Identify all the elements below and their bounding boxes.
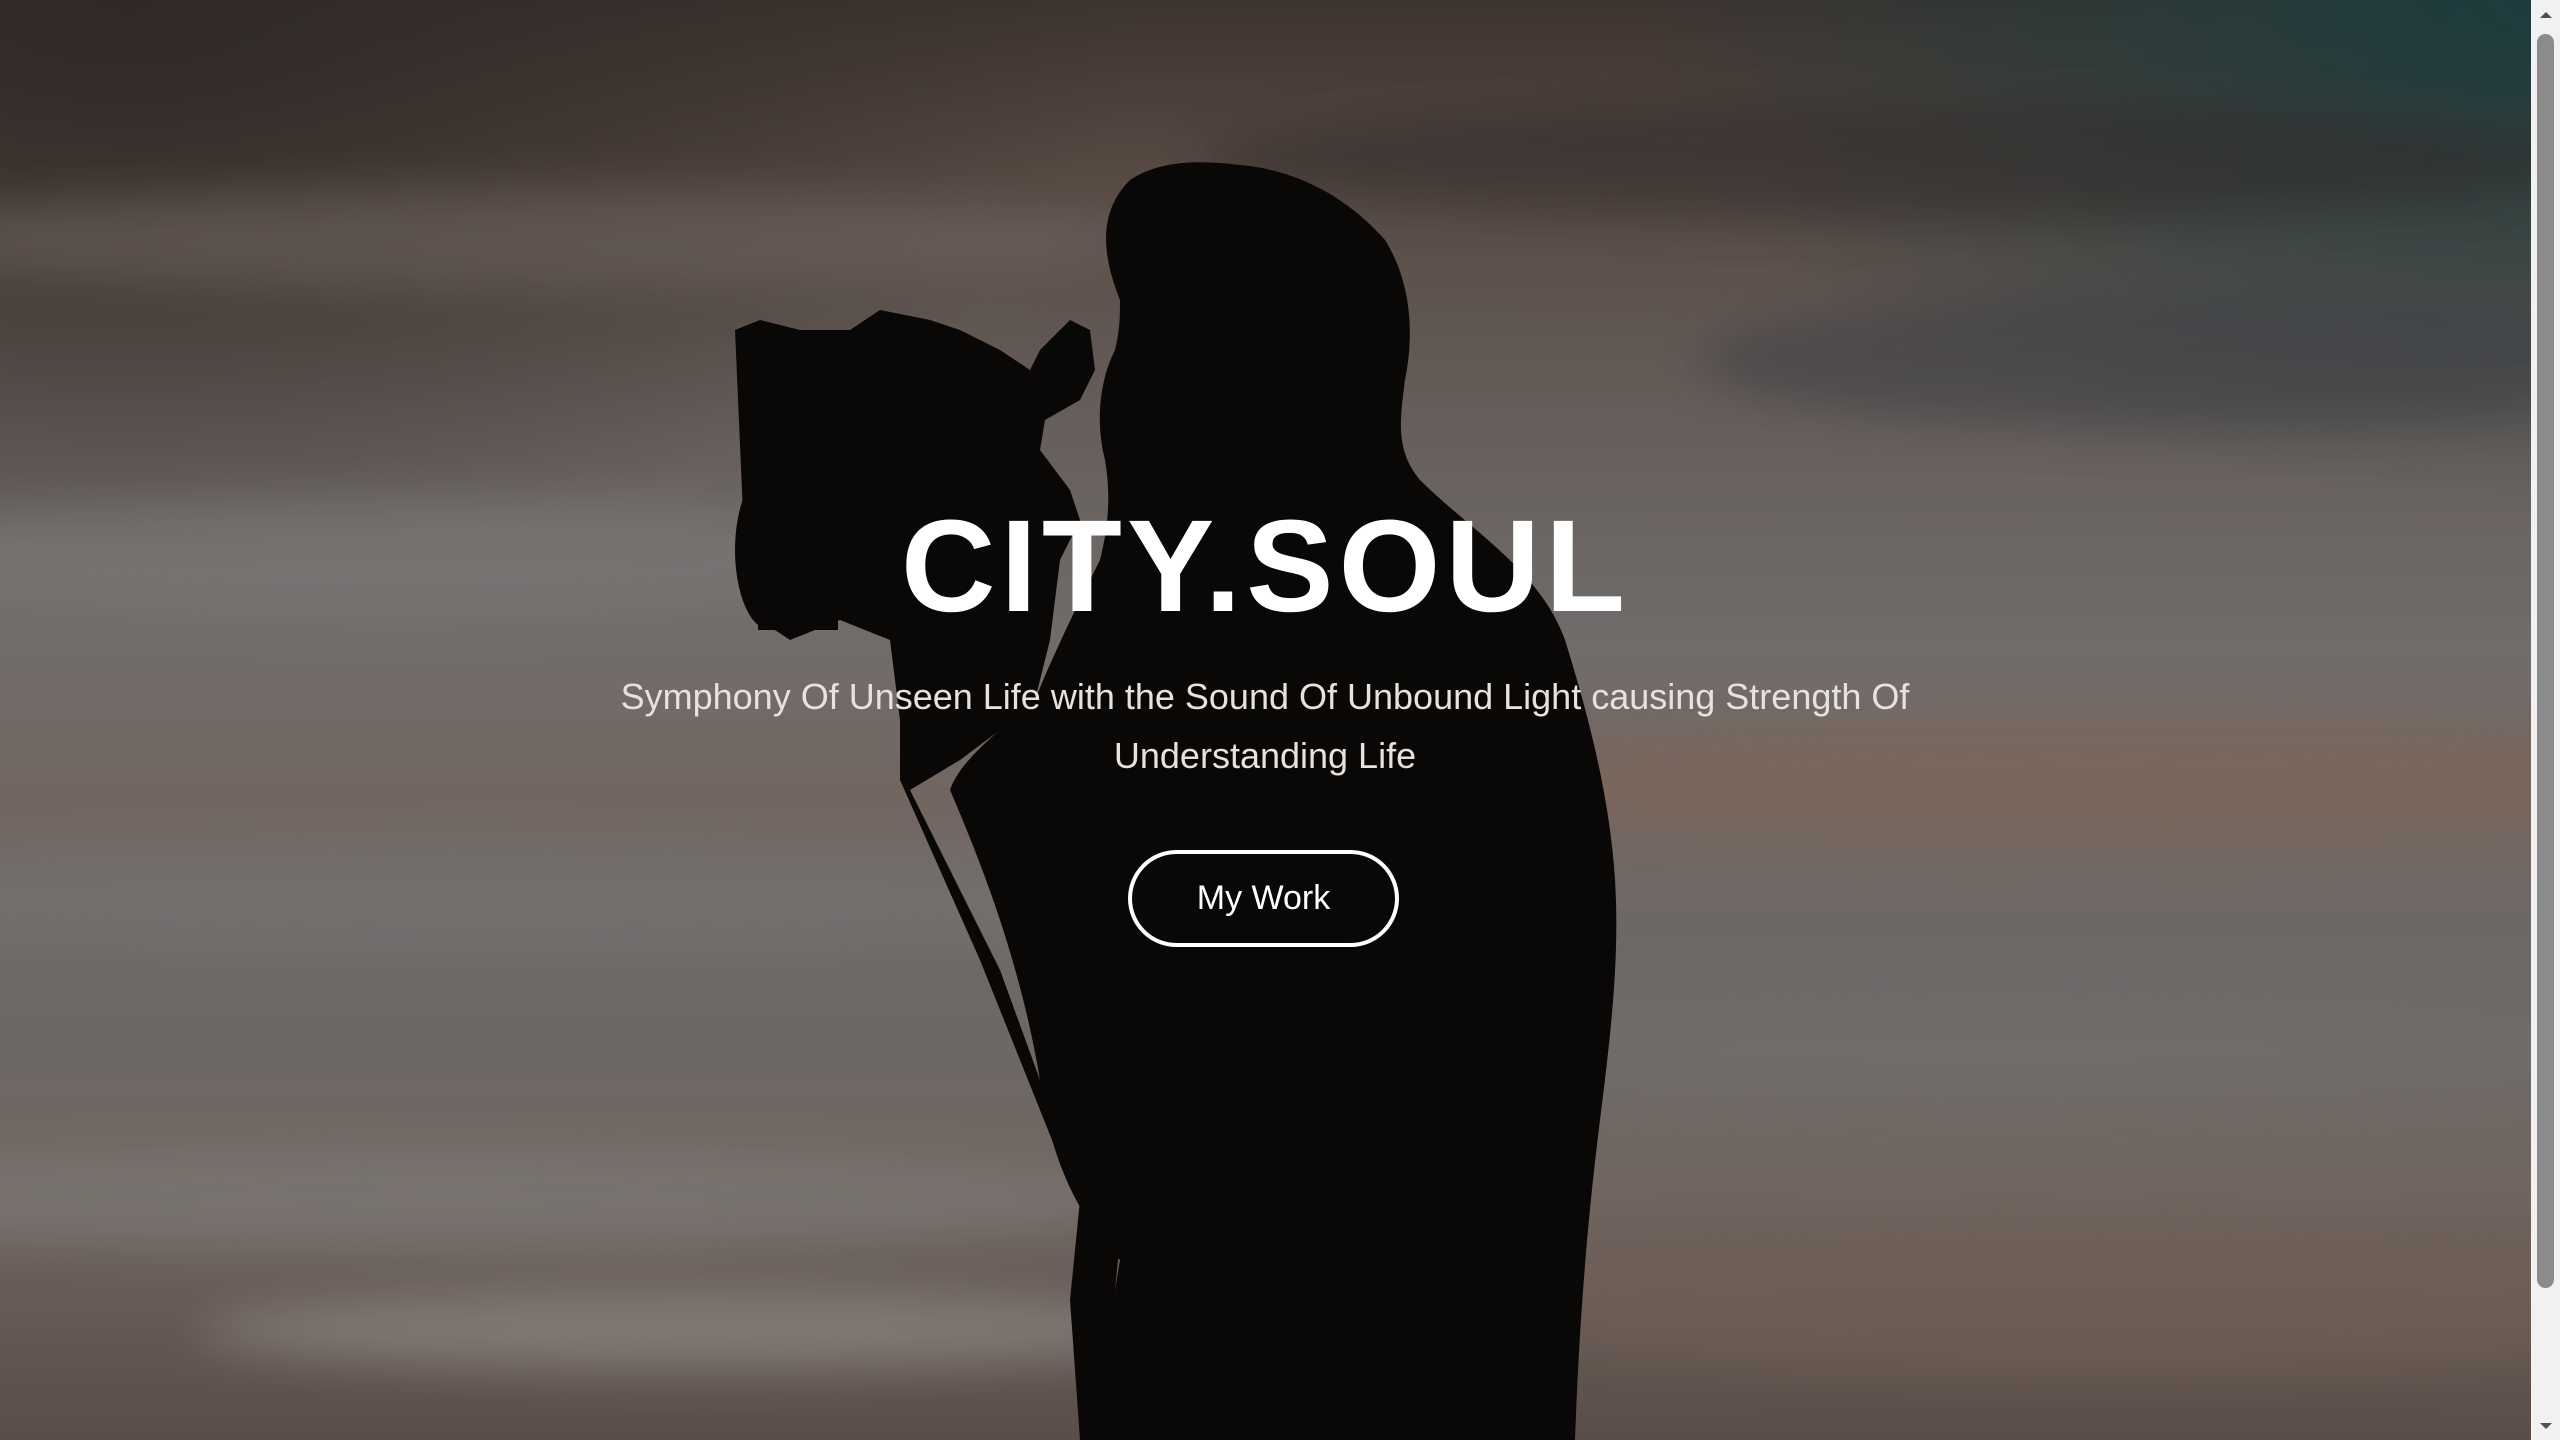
chevron-down-icon bbox=[2539, 1421, 2553, 1431]
scroll-down-button[interactable] bbox=[2531, 1411, 2560, 1440]
chevron-up-icon bbox=[2539, 10, 2553, 20]
hero-content: CITY.SOUL Symphony Of Unseen Life with t… bbox=[0, 0, 2531, 1440]
my-work-button[interactable]: My Work bbox=[1128, 850, 1399, 947]
hero-subtitle: Symphony Of Unseen Life with the Sound O… bbox=[620, 676, 1910, 776]
hero-section: CITY.SOUL Symphony Of Unseen Life with t… bbox=[0, 0, 2531, 1440]
vertical-scrollbar[interactable] bbox=[2531, 0, 2560, 1440]
scroll-up-button[interactable] bbox=[2531, 0, 2560, 29]
scrollbar-thumb[interactable] bbox=[2537, 34, 2554, 1288]
hero-title: CITY.SOUL bbox=[900, 492, 1631, 639]
